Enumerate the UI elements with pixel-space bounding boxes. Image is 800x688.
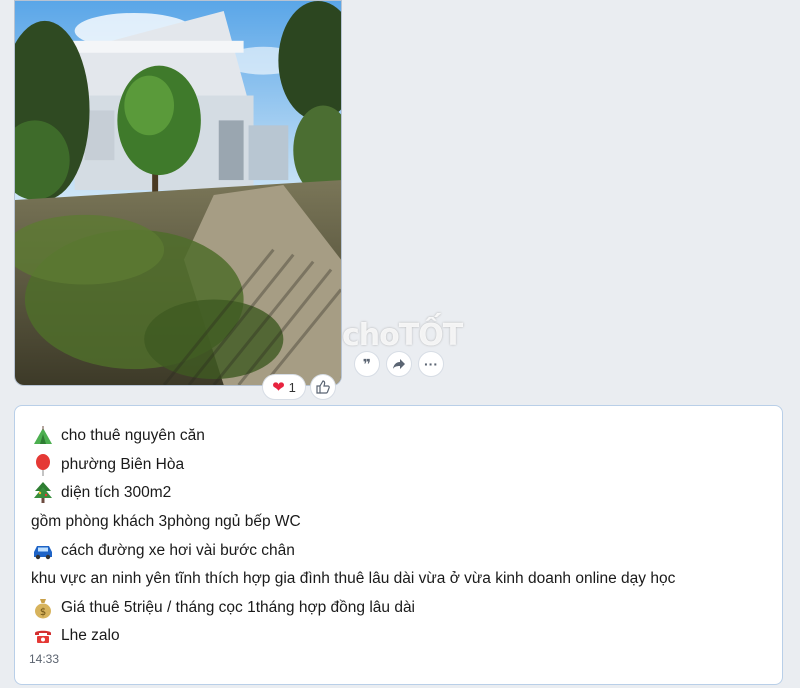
reaction-number: 1 xyxy=(288,379,296,395)
thumbs-up-icon xyxy=(316,380,330,394)
message-time: 14:33 xyxy=(29,652,60,666)
message-line: cách đường xe hơi vài bước chân xyxy=(31,536,766,565)
more-button[interactable]: ··· xyxy=(418,351,444,377)
house-photo xyxy=(15,1,341,385)
reaction-count[interactable]: ❤ 1 xyxy=(262,374,306,400)
message-line: khu vực an ninh yên tĩnh thích hợp gia đ… xyxy=(31,570,676,588)
phone-icon xyxy=(31,625,55,647)
message-line: $ Giá thuê 5triệu / tháng cọc 1tháng hợp… xyxy=(31,594,766,623)
message-bubble: cho thuê nguyên căn phường Biên Hòa diện… xyxy=(14,405,783,685)
message-line: gồm phòng khách 3phòng ngủ bếp WC xyxy=(31,513,301,531)
like-button[interactable] xyxy=(310,374,336,400)
message-line: cho thuê nguyên căn xyxy=(31,422,766,451)
tent-icon xyxy=(31,425,55,447)
quote-icon: ❞ xyxy=(362,355,372,372)
message-line: diện tích 300m2 xyxy=(31,479,766,508)
money-bag-icon: $ xyxy=(31,597,55,619)
share-icon xyxy=(393,359,405,369)
svg-text:$: $ xyxy=(40,607,46,618)
message-line: phường Biên Hòa xyxy=(31,451,766,480)
quote-button[interactable]: ❞ xyxy=(354,351,380,377)
message-line: Lhe zalo xyxy=(31,622,766,651)
car-icon xyxy=(31,540,55,562)
heart-icon: ❤ xyxy=(272,379,285,396)
share-button[interactable] xyxy=(386,351,412,377)
more-icon: ··· xyxy=(424,356,438,372)
message-photo[interactable] xyxy=(14,0,342,386)
watermark: choTỐT xyxy=(342,318,463,353)
reaction-bar-partial xyxy=(676,674,786,688)
tree-icon xyxy=(31,482,55,504)
balloon-pin-icon xyxy=(31,453,55,476)
